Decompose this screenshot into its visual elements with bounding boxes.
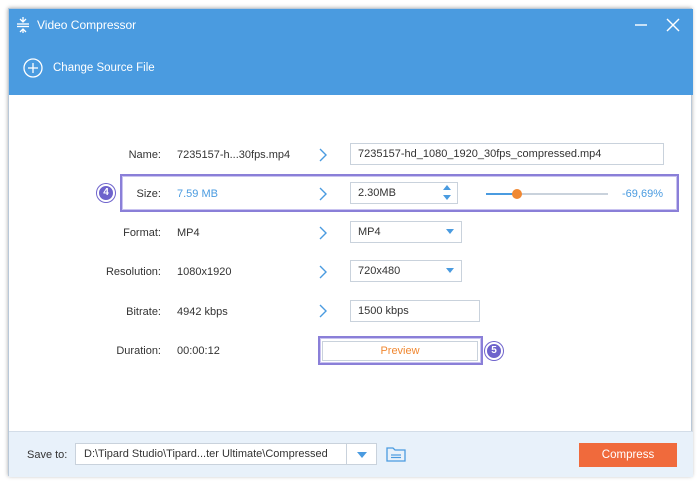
size-row-highlight: [120, 174, 679, 212]
source-toolbar: Change Source File: [9, 41, 693, 95]
title-bar: Video Compressor: [9, 9, 693, 41]
window-title: Video Compressor: [37, 18, 137, 32]
chevron-down-icon: [446, 268, 454, 273]
chevron-right-icon: [319, 226, 327, 240]
format-dropdown-value: MP4: [358, 226, 381, 238]
name-source-value: 7235157-h...30fps.mp4: [177, 149, 291, 161]
chevron-right-icon: [319, 304, 327, 318]
video-compressor-window: Video Compressor Change Source File Name…: [8, 8, 693, 477]
format-label: Format:: [123, 227, 161, 239]
compress-button[interactable]: Compress: [579, 443, 677, 467]
resolution-source-value: 1080x1920: [177, 266, 232, 278]
output-name-value: 7235157-hd_1080_1920_30fps_compressed.mp…: [358, 148, 602, 160]
chevron-right-icon: [319, 148, 327, 162]
chevron-down-icon: [357, 452, 367, 458]
preview-highlight: [318, 336, 483, 365]
save-path-dropdown-button[interactable]: [347, 443, 377, 465]
resolution-dropdown[interactable]: 720x480: [350, 260, 462, 282]
format-dropdown[interactable]: MP4: [350, 221, 462, 243]
output-name-field[interactable]: 7235157-hd_1080_1920_30fps_compressed.mp…: [350, 143, 664, 165]
step-5-badge: 5: [485, 342, 503, 360]
footer-bar: Save to: D:\Tipard Studio\Tipard...ter U…: [9, 431, 693, 477]
save-path-field[interactable]: D:\Tipard Studio\Tipard...ter Ultimate\C…: [75, 443, 347, 465]
name-label: Name:: [128, 149, 161, 161]
format-source-value: MP4: [177, 227, 200, 239]
compress-icon: [17, 17, 29, 33]
folder-icon[interactable]: [386, 445, 406, 463]
change-source-label: Change Source File: [53, 62, 155, 74]
close-icon[interactable]: [665, 17, 681, 33]
change-source-button[interactable]: Change Source File: [23, 57, 155, 79]
output-bitrate-field[interactable]: 1500 kbps: [350, 300, 480, 322]
plus-circle-icon: [23, 58, 43, 78]
chevron-down-icon: [446, 229, 454, 234]
duration-value: 00:00:12: [177, 345, 220, 357]
resolution-label: Resolution:: [105, 266, 161, 278]
resolution-dropdown-value: 720x480: [358, 265, 401, 277]
duration-label: Duration:: [116, 345, 161, 357]
bitrate-label: Bitrate:: [126, 306, 161, 318]
chevron-right-icon: [319, 265, 327, 279]
step-4-badge: 4: [97, 184, 115, 202]
minimize-icon[interactable]: [633, 17, 649, 33]
bitrate-source-value: 4942 kbps: [177, 306, 228, 318]
output-bitrate-value: 1500 kbps: [358, 305, 409, 317]
save-to-label: Save to:: [27, 449, 68, 461]
